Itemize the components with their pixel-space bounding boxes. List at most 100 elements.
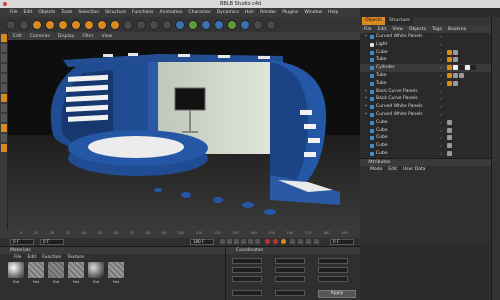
menu-item-window[interactable]: Window (304, 10, 322, 15)
size-y-field[interactable] (275, 267, 305, 273)
rotation-b-field[interactable] (318, 276, 348, 282)
step-forward-icon[interactable] (248, 239, 253, 244)
menu-item-structure[interactable]: Structure (105, 10, 126, 15)
scene-object-icon[interactable] (240, 19, 250, 30)
spline-tool-icon[interactable] (188, 19, 198, 30)
material-swatch[interactable] (8, 262, 24, 278)
deformer-icon[interactable] (227, 19, 237, 30)
render-view-icon[interactable] (136, 19, 146, 30)
tweak-mode-icon[interactable] (1, 94, 7, 102)
fps-field[interactable]: 0 F (330, 239, 354, 245)
scale-tool-icon[interactable] (58, 19, 68, 30)
attr-menu-mode[interactable]: Mode (370, 166, 382, 174)
material-swatch[interactable] (88, 262, 104, 278)
menu-item-plugins[interactable]: Plugins (282, 10, 298, 15)
x-axis-lock-icon[interactable] (84, 19, 94, 30)
coord-mode-dropdown[interactable] (232, 290, 262, 296)
rotate-tool-icon[interactable] (71, 19, 81, 30)
material-swatch[interactable] (108, 262, 124, 278)
om-menu-objects[interactable]: Objects (409, 27, 426, 32)
end-frame-field[interactable]: 180 F (190, 239, 214, 245)
tab-objects[interactable]: Objects (362, 17, 386, 25)
render-settings-icon[interactable] (162, 19, 172, 30)
viewport-menu-edit[interactable]: Edit (13, 34, 22, 39)
polygons-mode-icon[interactable] (1, 84, 7, 92)
viewport-menu-cameras[interactable]: Cameras (30, 34, 50, 39)
menu-item-edit[interactable]: Edit (24, 10, 33, 15)
list-item[interactable]: · Tube: ✓ (360, 56, 500, 64)
light-icon[interactable] (266, 19, 276, 30)
object-mode-icon[interactable] (1, 44, 7, 52)
menu-item-animation[interactable]: Animation (160, 10, 183, 15)
viewport-menu-view[interactable]: View (101, 34, 112, 39)
om-menu-file[interactable]: File (364, 27, 372, 32)
material-swatch[interactable] (28, 262, 44, 278)
rotation-key-icon[interactable] (306, 239, 311, 244)
rotation-h-field[interactable] (318, 258, 348, 264)
menu-item-character[interactable]: Character (189, 10, 211, 15)
position-x-field[interactable] (232, 258, 262, 264)
param-key-icon[interactable] (314, 239, 319, 244)
material-swatch[interactable] (68, 262, 84, 278)
list-item[interactable]: · Tube: ✓ (360, 72, 500, 80)
nurbs-icon[interactable] (201, 19, 211, 30)
camera-icon[interactable] (253, 19, 263, 30)
list-item[interactable]: · Cube: ✓ (360, 127, 500, 135)
undo-icon[interactable] (6, 19, 16, 30)
position-y-field[interactable] (232, 267, 262, 273)
tab-structure[interactable]: Structure (386, 17, 413, 25)
om-menu-edit[interactable]: Edit (378, 27, 387, 32)
live-selection-icon[interactable] (32, 19, 42, 30)
menu-item-help[interactable]: Help (328, 10, 338, 15)
move-tool-icon[interactable] (45, 19, 55, 30)
z-axis-lock-icon[interactable] (110, 19, 120, 30)
cube-primitive-icon[interactable] (175, 19, 185, 30)
array-icon[interactable] (214, 19, 224, 30)
list-item[interactable]: · Cube: ✓ (360, 150, 500, 158)
snap-icon[interactable] (1, 114, 7, 122)
list-item[interactable]: · Cube: ✓ (360, 119, 500, 127)
rotation-p-field[interactable] (318, 267, 348, 273)
list-item[interactable]: · Cube: ✓ (360, 134, 500, 142)
coordinate-system-icon[interactable] (123, 19, 133, 30)
close-window-icon[interactable] (3, 2, 7, 6)
om-menu-view[interactable]: View (392, 27, 403, 32)
autokey-icon[interactable] (273, 239, 278, 244)
list-item[interactable]: · Cylinder: ✓ (360, 64, 500, 72)
goto-start-icon[interactable] (220, 239, 225, 244)
step-back-icon[interactable] (227, 239, 232, 244)
menu-item-selection[interactable]: Selection (78, 10, 99, 15)
axis-mode-icon[interactable] (1, 104, 7, 112)
menu-item-dynamics[interactable]: Dynamics (217, 10, 239, 15)
menu-item-hair[interactable]: Hair (245, 10, 254, 15)
brush-icon[interactable] (1, 144, 7, 152)
attr-menu-user-data[interactable]: User Data (403, 166, 425, 174)
menu-item-tools[interactable]: Tools (61, 10, 72, 15)
position-key-icon[interactable] (290, 239, 295, 244)
workplane-icon[interactable] (1, 124, 7, 132)
timeline-ruler[interactable]: 0 10 20 30 40 50 60 70 80 90 100 110 120… (0, 230, 360, 238)
start-frame-field[interactable]: 0 F (40, 239, 64, 245)
om-menu-tags[interactable]: Tags (432, 27, 442, 32)
play-forward-icon[interactable] (241, 239, 246, 244)
apply-button[interactable]: Apply (318, 290, 356, 298)
points-mode-icon[interactable] (1, 64, 7, 72)
list-item[interactable]: + Curved White Panels: ✓ (360, 33, 500, 41)
list-item[interactable]: · Cube: ✓ (360, 142, 500, 150)
menu-item-render[interactable]: Render (260, 10, 276, 15)
list-item[interactable]: · Cube: ✓ (360, 49, 500, 57)
position-z-field[interactable] (232, 276, 262, 282)
keyframe-selection-icon[interactable] (281, 239, 286, 244)
y-axis-lock-icon[interactable] (97, 19, 107, 30)
om-menu-bookmarks[interactable]: Bookma (448, 27, 466, 32)
menu-item-file[interactable]: File (10, 10, 18, 15)
current-frame-field[interactable]: 0 F (10, 239, 34, 245)
list-item[interactable]: · Tube: ✓ (360, 80, 500, 88)
list-item[interactable]: + Curved White Panels: ✓ (360, 111, 500, 119)
materials-menu-texture[interactable]: Texture (67, 254, 83, 261)
model-mode-icon[interactable] (1, 34, 7, 42)
list-item[interactable]: · Light: ✓ (360, 41, 500, 49)
menu-item-objects[interactable]: Objects (38, 10, 55, 15)
materials-menu-function[interactable]: Function (42, 254, 61, 261)
lock-icon[interactable] (1, 134, 7, 142)
